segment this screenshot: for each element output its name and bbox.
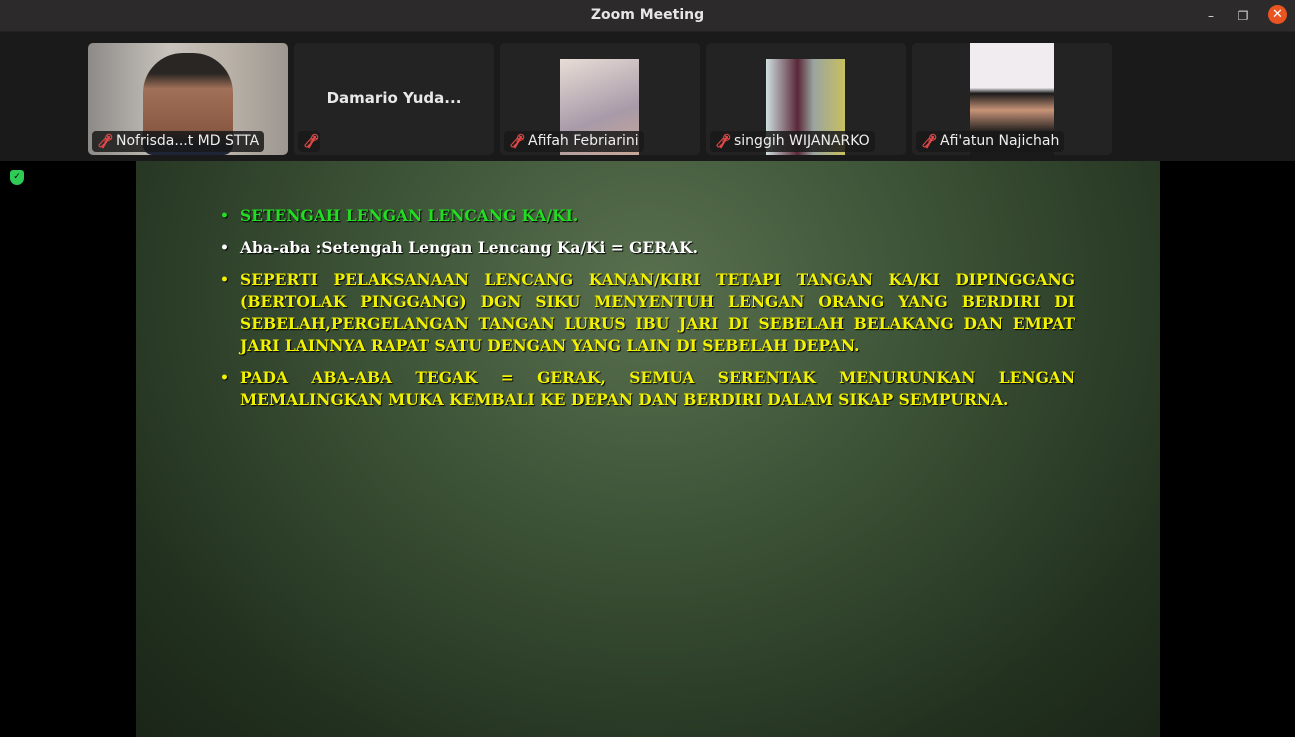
mic-muted-icon: 🎤︎ bbox=[97, 134, 114, 149]
participant-name: singgih WIJANARKO bbox=[734, 133, 870, 149]
bullet-text: PADA ABA-ABA TEGAK = GERAK, SEMUA SERENT… bbox=[240, 368, 1075, 409]
participant-tile[interactable]: 🎤︎ Nofrisda...t MD STTA bbox=[88, 43, 288, 155]
bullet-icon: • bbox=[220, 272, 229, 288]
participant-tile[interactable]: 🎤︎ singgih WIJANARKO bbox=[706, 43, 906, 155]
close-button[interactable]: ✕ bbox=[1268, 5, 1287, 24]
mic-muted-icon: 🎤︎ bbox=[715, 134, 732, 149]
bullet-icon: • bbox=[220, 370, 229, 386]
bullet-item: • Aba-aba :Setengah Lengan Lencang Ka/Ki … bbox=[220, 237, 1075, 259]
security-shield-icon[interactable]: ✓ bbox=[10, 170, 24, 185]
mic-muted-icon: 🎤︎ bbox=[303, 134, 320, 149]
participant-tile[interactable]: 🎤︎ Afi'atun Najichah bbox=[912, 43, 1112, 155]
mic-muted-icon: 🎤︎ bbox=[921, 134, 938, 149]
bullet-text: SETENGAH LENGAN LENCANG KA/KI. bbox=[240, 206, 579, 225]
bullet-item: • PADA ABA-ABA TEGAK = GERAK, SEMUA SEREN… bbox=[220, 367, 1075, 411]
bullet-text: SEPERTI PELAKSANAAN LENCANG KANAN/KIRI T… bbox=[240, 270, 1075, 355]
participant-name: Damario Yuda... bbox=[326, 89, 462, 107]
bullet-icon: • bbox=[220, 240, 229, 256]
minimize-button[interactable]: – bbox=[1201, 6, 1221, 26]
window-title: Zoom Meeting bbox=[590, 7, 705, 23]
participant-tile[interactable]: Damario Yuda... 🎤︎ bbox=[294, 43, 494, 155]
maximize-button[interactable]: ❐ bbox=[1233, 6, 1253, 26]
shared-screen-slide: • SETENGAH LENGAN LENCANG KA/KI. • Aba-aba… bbox=[136, 161, 1160, 737]
participant-name: Nofrisda...t MD STTA bbox=[116, 133, 260, 149]
participant-name: Afifah Febriarini bbox=[528, 133, 639, 149]
slide-bullet-list: • SETENGAH LENGAN LENCANG KA/KI. • Aba-aba… bbox=[220, 205, 1075, 421]
bullet-item: • SETENGAH LENGAN LENCANG KA/KI. bbox=[220, 205, 1075, 227]
participant-tile[interactable]: 🎤︎ Afifah Febriarini bbox=[500, 43, 700, 155]
bullet-item: • SEPERTI PELAKSANAAN LENCANG KANAN/KIRI … bbox=[220, 269, 1075, 357]
title-bar: Zoom Meeting – ❐ ✕ bbox=[0, 0, 1295, 32]
participant-name: Afi'atun Najichah bbox=[940, 133, 1060, 149]
bullet-text: Aba-aba :Setengah Lengan Lencang Ka/Ki =… bbox=[240, 238, 699, 257]
participant-strip: 🎤︎ Nofrisda...t MD STTA Damario Yuda... 🎤… bbox=[0, 32, 1295, 161]
bullet-icon: • bbox=[220, 208, 229, 224]
mic-muted-icon: 🎤︎ bbox=[509, 134, 526, 149]
